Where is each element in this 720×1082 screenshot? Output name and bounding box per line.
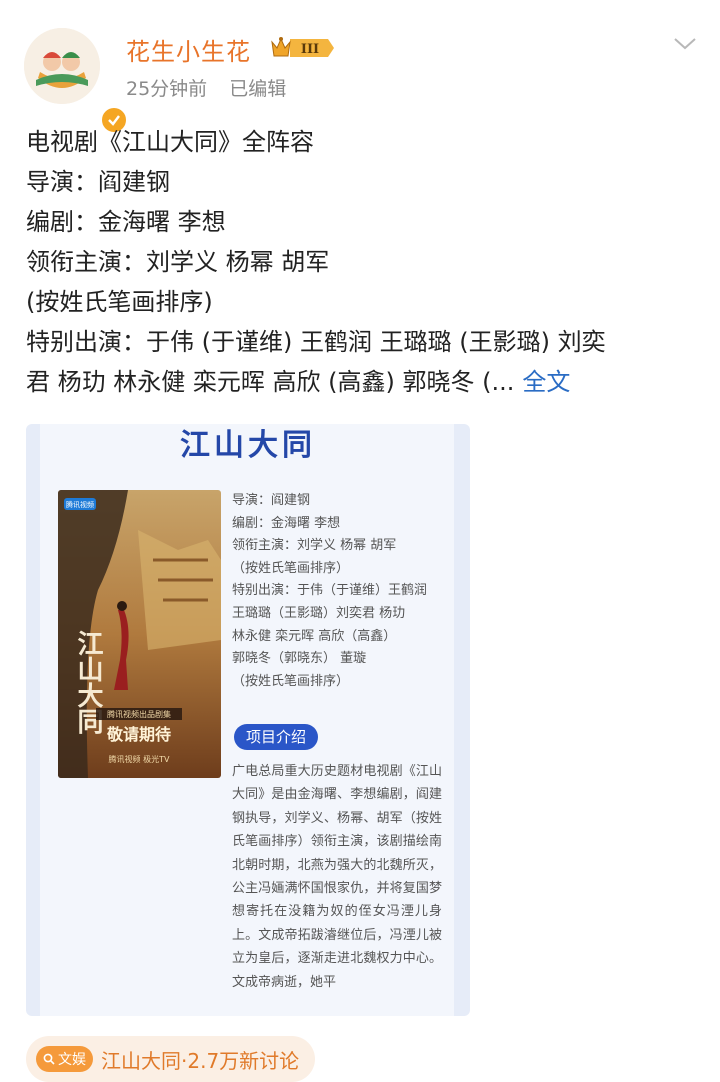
credit-line: 领衔主演：刘学义 杨幂 胡军 bbox=[232, 538, 397, 554]
post-line-leads: 领衔主演：刘学义 杨幂 胡军 bbox=[26, 248, 330, 276]
post-text: 电视剧《江山大同》全阵容 导演：阎建钢 编剧：金海曙 李想 领衔主演：刘学义 杨… bbox=[26, 122, 696, 402]
level-label: III bbox=[301, 42, 319, 57]
credit-line: （按姓氏笔画排序） bbox=[232, 673, 350, 689]
username[interactable]: 花生小生花 bbox=[126, 32, 251, 67]
post-line-director: 导演：阎建钢 bbox=[26, 168, 170, 196]
poster-producer: 腾讯视频出品剧集 bbox=[107, 709, 171, 719]
level-badge[interactable]: III bbox=[268, 34, 334, 62]
chevron-down-icon[interactable] bbox=[672, 34, 698, 54]
credit-line: 特别出演：于伟（于谨维）王鹤润 bbox=[232, 583, 428, 599]
topic-icon-label: 文娱 bbox=[58, 1052, 86, 1068]
post-image[interactable]: 江山大同 腾讯视频 江山大同 腾讯视频出品剧集 敬请期待 腾讯视频 极光TV 导… bbox=[26, 424, 470, 1016]
post-time: 25分钟前 bbox=[126, 78, 208, 100]
credit-line: 郭晓冬（郭晓东） 董璇 bbox=[232, 651, 367, 667]
post-line-writer: 编剧：金海曙 李想 bbox=[26, 208, 226, 236]
project-intro-text: 广电总局重大历史题材电视剧《江山大同》是由金海曙、李想编剧，阎建钢执导，刘学义、… bbox=[232, 764, 442, 990]
image-title: 江山大同 bbox=[180, 428, 316, 463]
post-meta: 25分钟前 已编辑 bbox=[126, 74, 286, 101]
edited-label[interactable]: 已编辑 bbox=[229, 78, 286, 100]
avatar[interactable] bbox=[24, 28, 128, 134]
credit-line: 王璐璐（王影璐）刘奕君 杨玏 bbox=[232, 605, 406, 621]
drama-poster: 腾讯视频 江山大同 腾讯视频出品剧集 敬请期待 腾讯视频 极光TV bbox=[58, 490, 221, 778]
post-line-title: 电视剧《江山大同》全阵容 bbox=[26, 128, 314, 156]
post-line-special-text: 君 杨玏 林永健 栾元晖 高欣 (高鑫) 郭晓冬 (... bbox=[26, 368, 515, 396]
post-line-order-note: (按姓氏笔画排序) bbox=[26, 288, 213, 316]
project-intro-label: 项目介绍 bbox=[234, 724, 319, 750]
credit-line: 导演：阎建钢 bbox=[232, 493, 311, 508]
poster-slogan: 敬请期待 bbox=[106, 725, 171, 744]
credit-line: 编剧：金海曙 李想 bbox=[232, 515, 341, 531]
credit-line: 林永健 栾元晖 高欣（高鑫） bbox=[232, 628, 397, 644]
post-line-special-cont: 君 杨玏 林永健 栾元晖 高欣 (高鑫) 郭晓冬 (... 全文 bbox=[26, 362, 696, 402]
topic-text: 江山大同·2.7万新讨论 bbox=[101, 1048, 300, 1073]
topic-chip[interactable]: 文娱 江山大同·2.7万新讨论 bbox=[26, 1036, 316, 1082]
credit-line: （按姓氏笔画排序） bbox=[232, 560, 350, 576]
post-line-special: 特别出演：于伟 (于谨维) 王鹤润 王璐璐 (王影璐) 刘奕 bbox=[26, 328, 606, 356]
poster-bottom: 腾讯视频 极光TV bbox=[109, 754, 170, 764]
read-more-link[interactable]: 全文 bbox=[522, 368, 570, 396]
svg-text:腾讯视频: 腾讯视频 bbox=[66, 500, 94, 509]
entertainment-tag-icon: 文娱 bbox=[36, 1046, 93, 1072]
avatar-image bbox=[24, 28, 100, 104]
credits-list: 导演：阎建钢 编剧：金海曙 李想 领衔主演：刘学义 杨幂 胡军 （按姓氏笔画排序… bbox=[232, 490, 468, 693]
